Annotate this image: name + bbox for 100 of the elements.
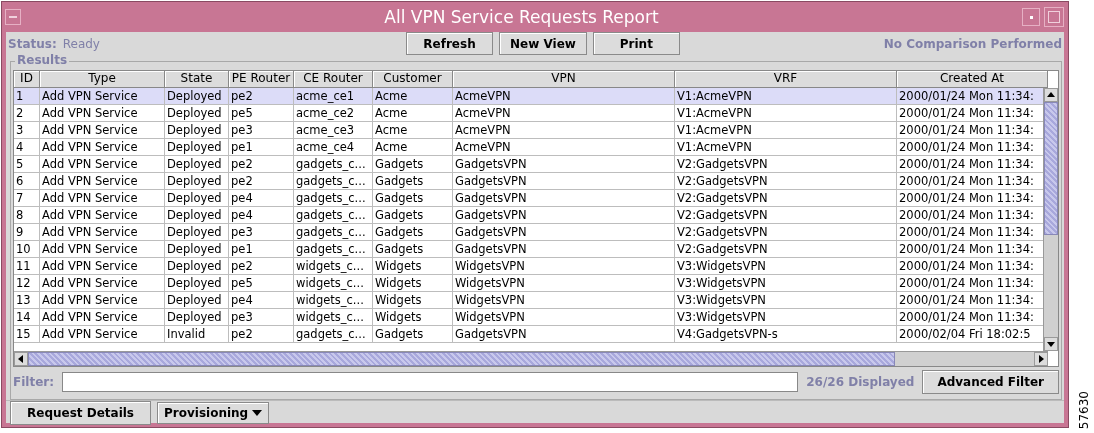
table-row[interactable]: 4 Add VPN Service Deployed pe1 acme_ce4 Acme AcmeVPN V1:AcmeVPN 2000/01/24 Mon 11:34: [14,139,1043,156]
table-cell: 15 [14,326,40,343]
filter-field[interactable] [62,372,799,392]
table-cell: pe1 [229,139,294,156]
table-cell: AcmeVPN [453,105,675,122]
table-cell: Add VPN Service [40,224,165,241]
scroll-thumb[interactable] [28,352,895,366]
scroll-right-icon[interactable] [1034,352,1048,366]
status-label: Status: [8,36,57,51]
table-cell: Gadgets [373,190,453,207]
table-cell: V2:GadgetsVPN [675,156,897,173]
maximize-icon[interactable] [1044,7,1064,27]
table-cell: WidgetsVPN [453,292,675,309]
vertical-scrollbar[interactable] [1043,88,1058,351]
table-row[interactable]: 9 Add VPN Service Deployed pe3 gadgets_c... Gadgets GadgetsVPN V2:GadgetsVPN 2000/01/24 Mon 11:34: [14,224,1043,241]
request-details-button[interactable]: Request Details [10,401,151,425]
table-cell: Deployed [165,88,229,105]
table-cell: 10 [14,241,40,258]
table-cell: 1 [14,88,40,105]
table-cell: Acme [373,139,453,156]
table-row[interactable]: 10 Add VPN Service Deployed pe1 gadgets_c... Gadgets GadgetsVPN V2:GadgetsVPN 2000/01/24 Mon 11:34: [14,241,1043,258]
table-cell: Deployed [165,139,229,156]
table-row[interactable]: 15 Add VPN Service Invalid pe2 gadgets_c... Gadgets GadgetsVPN V4:GadgetsVPN-s 2000/02/04 Fri 18:02:5 [14,326,1043,343]
table-cell: Gadgets [373,224,453,241]
table-cell: GadgetsVPN [453,156,675,173]
column-header[interactable]: State [165,71,229,88]
window-menu-icon[interactable] [5,9,21,25]
horizontal-scrollbar[interactable] [14,351,1048,366]
status-value: Ready [62,36,100,51]
figure-number: 57630 [1077,390,1092,429]
table-cell: Widgets [373,258,453,275]
table-cell: WidgetsVPN [453,309,675,326]
table-cell: 4 [14,139,40,156]
advanced-filter-button[interactable]: Advanced Filter [922,370,1059,394]
table-cell: Add VPN Service [40,292,165,309]
table-cell: Deployed [165,241,229,258]
toolbar-button[interactable]: Refresh [406,32,493,55]
table-cell: pe4 [229,190,294,207]
column-header[interactable]: PE Router [229,71,294,88]
table-cell: Add VPN Service [40,105,165,122]
table-cell: gadgets_c... [294,241,373,258]
table-cell: V4:GadgetsVPN-s [675,326,897,343]
table-cell: Deployed [165,292,229,309]
table-cell: acme_ce3 [294,122,373,139]
column-header[interactable]: ID [14,71,40,88]
scroll-up-icon[interactable] [1044,88,1058,102]
table-cell: V2:GadgetsVPN [675,224,897,241]
table-cell: pe3 [229,309,294,326]
table-row[interactable]: 13 Add VPN Service Deployed pe4 widgets_c... Widgets WidgetsVPN V3:WidgetsVPN 2000/01/24 Mon 11:34: [14,292,1043,309]
table-cell: 7 [14,190,40,207]
column-header[interactable]: Created At [897,71,1048,88]
table-cell: pe5 [229,105,294,122]
table-cell: V2:GadgetsVPN [675,207,897,224]
table-cell: V3:WidgetsVPN [675,275,897,292]
table-cell: 9 [14,224,40,241]
table-cell: pe2 [229,88,294,105]
table-cell: V2:GadgetsVPN [675,173,897,190]
scroll-down-icon[interactable] [1044,337,1058,351]
table-row[interactable]: 12 Add VPN Service Deployed pe5 widgets_c... Widgets WidgetsVPN V3:WidgetsVPN 2000/01/24 Mon 11:34: [14,275,1043,292]
table-cell: Deployed [165,275,229,292]
table-row[interactable]: 14 Add VPN Service Deployed pe3 widgets_c... Widgets WidgetsVPN V3:WidgetsVPN 2000/01/24 Mon 11:34: [14,309,1043,326]
table-cell: gadgets_c... [294,173,373,190]
table-cell: V2:GadgetsVPN [675,190,897,207]
table-cell: widgets_c... [294,258,373,275]
scroll-left-icon[interactable] [14,352,28,366]
toolbar-button[interactable]: New View [499,32,587,55]
caret-icon [252,410,263,416]
table-row[interactable]: 11 Add VPN Service Deployed pe2 widgets_c... Widgets WidgetsVPN V3:WidgetsVPN 2000/01/24 Mon 11:34: [14,258,1043,275]
table-cell: V1:AcmeVPN [675,105,897,122]
table-cell: Add VPN Service [40,122,165,139]
table-cell: widgets_c... [294,309,373,326]
table-cell: Widgets [373,309,453,326]
table-cell: Add VPN Service [40,88,165,105]
column-header[interactable]: Type [40,71,165,88]
table-cell: Add VPN Service [40,173,165,190]
table-cell: gadgets_c... [294,326,373,343]
table-row[interactable]: 1 Add VPN Service Deployed pe2 acme_ce1 Acme AcmeVPN V1:AcmeVPN 2000/01/24 Mon 11:34: [14,88,1043,105]
table-cell: Gadgets [373,326,453,343]
table-row[interactable]: 8 Add VPN Service Deployed pe4 gadgets_c... Gadgets GadgetsVPN V2:GadgetsVPN 2000/01/24 Mon 11:34: [14,207,1043,224]
minimize-icon[interactable] [1022,8,1040,26]
menu-button[interactable]: Provisioning [157,402,270,424]
table-row[interactable]: 6 Add VPN Service Deployed pe2 gadgets_c... Gadgets GadgetsVPN V2:GadgetsVPN 2000/01/24 Mon 11:34: [14,173,1043,190]
column-header[interactable]: CE Router [294,71,373,88]
table-row[interactable]: 3 Add VPN Service Deployed pe3 acme_ce3 Acme AcmeVPN V1:AcmeVPN 2000/01/24 Mon 11:34: [14,122,1043,139]
column-header[interactable]: Customer [373,71,453,88]
table-cell: pe4 [229,292,294,309]
table-cell: 8 [14,207,40,224]
table-cell: V3:WidgetsVPN [675,258,897,275]
table-cell: GadgetsVPN [453,190,675,207]
table-cell: pe2 [229,173,294,190]
column-header[interactable]: VPN [453,71,675,88]
table-cell: V1:AcmeVPN [675,139,897,156]
table-cell: WidgetsVPN [453,275,675,292]
table-row[interactable]: 5 Add VPN Service Deployed pe2 gadgets_c... Gadgets GadgetsVPN V2:GadgetsVPN 2000/01/24 Mon 11:34: [14,156,1043,173]
toolbar-button[interactable]: Print [592,32,680,55]
table-row[interactable]: 7 Add VPN Service Deployed pe4 gadgets_c... Gadgets GadgetsVPN V2:GadgetsVPN 2000/01/24 Mon 11:34: [14,190,1043,207]
table-cell: pe3 [229,224,294,241]
scroll-thumb[interactable] [1044,102,1058,235]
column-header[interactable]: VRF [675,71,897,88]
table-row[interactable]: 2 Add VPN Service Deployed pe5 acme_ce2 Acme AcmeVPN V1:AcmeVPN 2000/01/24 Mon 11:34: [14,105,1043,122]
